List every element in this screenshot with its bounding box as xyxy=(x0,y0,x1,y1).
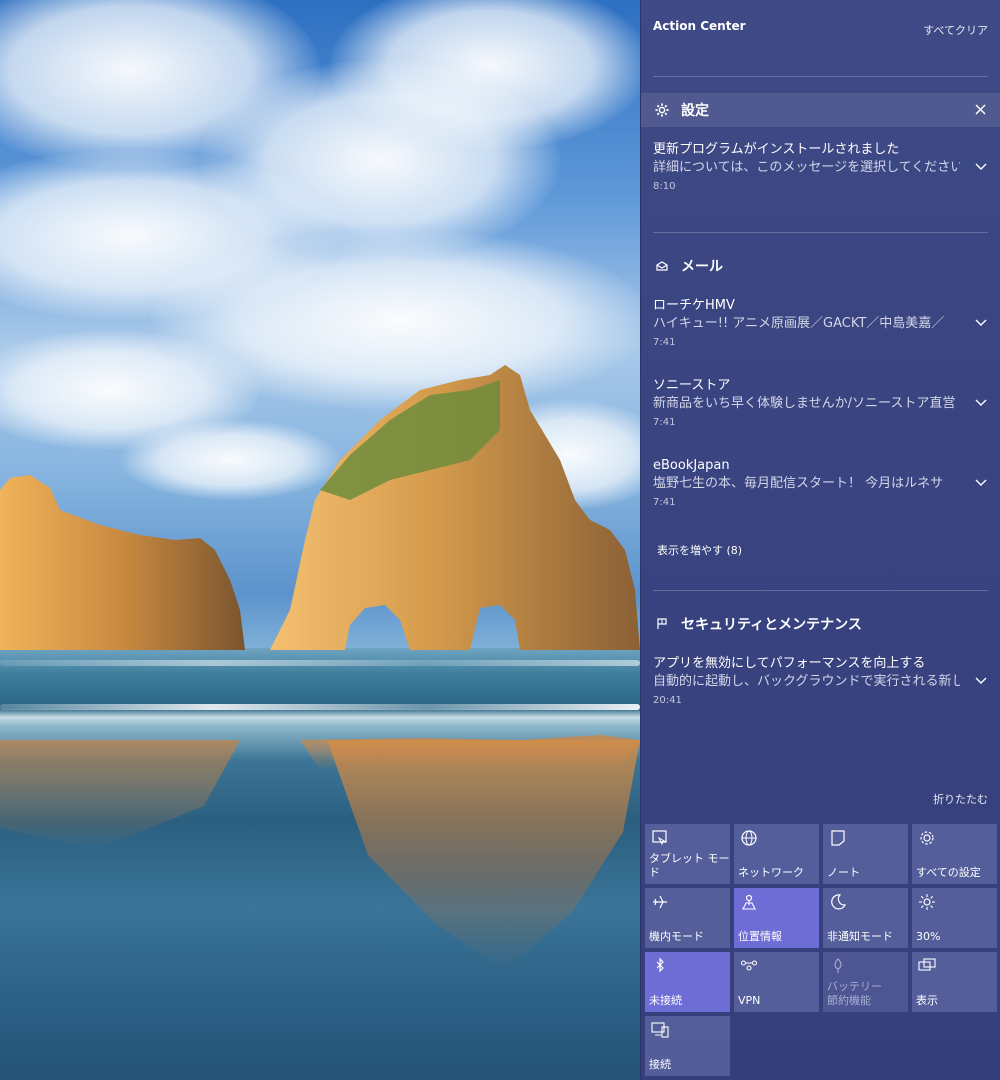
divider xyxy=(653,232,988,233)
notification-time: 8:10 xyxy=(653,181,676,192)
divider xyxy=(653,76,988,77)
tile-label: VPN xyxy=(738,994,761,1007)
mail-icon xyxy=(653,257,671,275)
notification-time: 7:41 xyxy=(653,337,676,348)
battery-saver-tile[interactable]: バッテリー 節約機能 xyxy=(823,952,908,1012)
tile-label: ネットワーク xyxy=(738,866,804,879)
network-tile[interactable]: ネットワーク xyxy=(734,824,819,884)
quiet-hours-tile[interactable]: 非通知モード xyxy=(823,888,908,948)
notification-settings-update[interactable]: 更新プログラムがインストールされました 詳細については、このメッセージを選択して… xyxy=(641,141,1000,195)
tile-label: 機内モード xyxy=(649,930,704,943)
group-title: メール xyxy=(681,259,723,275)
notification-title: ローチケHMV xyxy=(653,298,735,313)
bluetooth-tile[interactable]: 未接続 xyxy=(645,952,730,1012)
notification-title: アプリを無効にしてパフォーマンスを向上する xyxy=(653,656,926,671)
panel-title: Action Center xyxy=(653,19,746,33)
notification-body: 塩野七生の本、毎月配信スタート！ 今月はルネサ xyxy=(653,476,944,491)
connect-icon xyxy=(651,1022,669,1038)
brightness-tile[interactable]: 30% xyxy=(912,888,997,948)
notification-security[interactable]: アプリを無効にしてパフォーマンスを向上する 自動的に起動し、バックグラウンドで実… xyxy=(641,655,1000,709)
close-icon[interactable] xyxy=(972,101,988,117)
group-header-security[interactable]: セキュリティとメンテナンス xyxy=(641,607,1000,641)
project-tile[interactable]: 表示 xyxy=(912,952,997,1012)
rock-arch xyxy=(0,365,640,770)
notification-body: 新商品をいち早く体験しませんか/ソニーストア直営 xyxy=(653,396,956,411)
tile-label: 未接続 xyxy=(649,994,682,1007)
airplane-icon xyxy=(653,895,667,909)
notification-body: ハイキュー!! アニメ原画展／GACKT／中島美嘉／ xyxy=(653,316,945,331)
bluetooth-icon xyxy=(656,957,664,973)
action-center-panel: Action Center すべてクリア 設定 更新プログラムがインストールされ… xyxy=(640,0,1000,1080)
notification-time: 7:41 xyxy=(653,497,676,508)
collapse-button[interactable]: 折りたたむ xyxy=(933,791,988,807)
desktop-wallpaper xyxy=(0,0,640,1080)
moon-icon xyxy=(831,894,847,910)
notification-mail[interactable]: eBookJapan 塩野七生の本、毎月配信スタート！ 今月はルネサ 7:41 xyxy=(641,457,1000,511)
tile-label: 30% xyxy=(916,930,941,943)
group-title: セキュリティとメンテナンス xyxy=(681,617,862,633)
chevron-down-icon[interactable] xyxy=(974,315,988,329)
location-tile[interactable]: 位置情報 xyxy=(734,888,819,948)
tile-label: 接続 xyxy=(649,1058,671,1071)
notification-mail[interactable]: ソニーストア 新商品をいち早く体験しませんか/ソニーストア直営 7:41 xyxy=(641,377,1000,431)
gear-icon xyxy=(920,831,934,845)
vpn-tile[interactable]: VPN xyxy=(734,952,819,1012)
note-icon xyxy=(831,830,845,846)
globe-icon xyxy=(741,830,757,846)
group-title: 設定 xyxy=(681,103,709,119)
show-more-link[interactable]: 表示を増やす (8) xyxy=(657,542,742,558)
all-settings-tile[interactable]: すべての設定 xyxy=(912,824,997,884)
notification-mail[interactable]: ローチケHMV ハイキュー!! アニメ原画展／GACKT／中島美嘉／ 7:41 xyxy=(641,297,1000,351)
tile-label: バッテリー 節約機能 xyxy=(827,980,882,1007)
group-header-settings[interactable]: 設定 xyxy=(641,93,1000,127)
brightness-icon xyxy=(919,894,935,910)
notification-title: ソニーストア xyxy=(653,378,731,393)
tile-label: 表示 xyxy=(916,994,938,1007)
flag-icon xyxy=(653,615,671,633)
vpn-icon xyxy=(740,960,758,971)
chevron-down-icon[interactable] xyxy=(974,475,988,489)
tile-label: すべての設定 xyxy=(916,866,981,879)
tile-label: 非通知モード xyxy=(827,930,893,943)
clear-all-button[interactable]: すべてクリア xyxy=(923,22,988,38)
location-icon xyxy=(742,894,756,910)
tile-label: ノート xyxy=(827,866,860,879)
notification-title: 更新プログラムがインストールされました xyxy=(653,142,900,157)
notification-title: eBookJapan xyxy=(653,458,730,473)
tablet-mode-icon xyxy=(652,830,667,846)
quick-actions-grid: タブレット モード ネットワーク ノート すべての設定 機内モード 位置情報 非… xyxy=(645,824,997,1076)
airplane-mode-tile[interactable]: 機内モード xyxy=(645,888,730,948)
chevron-down-icon[interactable] xyxy=(974,159,988,173)
notification-body: 詳細については、このメッセージを選択してください。 xyxy=(653,160,960,175)
tile-label: タブレット モード xyxy=(649,852,730,879)
note-tile[interactable]: ノート xyxy=(823,824,908,884)
chevron-down-icon[interactable] xyxy=(974,395,988,409)
notification-time: 7:41 xyxy=(653,417,676,428)
gear-icon xyxy=(653,101,671,119)
chevron-down-icon[interactable] xyxy=(974,673,988,687)
notification-time: 20:41 xyxy=(653,695,682,706)
connect-tile[interactable]: 接続 xyxy=(645,1016,730,1076)
project-icon xyxy=(918,958,936,971)
tablet-mode-tile[interactable]: タブレット モード xyxy=(645,824,730,884)
divider xyxy=(653,590,988,591)
battery-saver-icon xyxy=(834,958,842,973)
notification-body: 自動的に起動し、バックグラウンドで実行される新し xyxy=(653,674,960,689)
tile-label: 位置情報 xyxy=(738,930,782,943)
group-header-mail[interactable]: メール xyxy=(641,249,1000,283)
